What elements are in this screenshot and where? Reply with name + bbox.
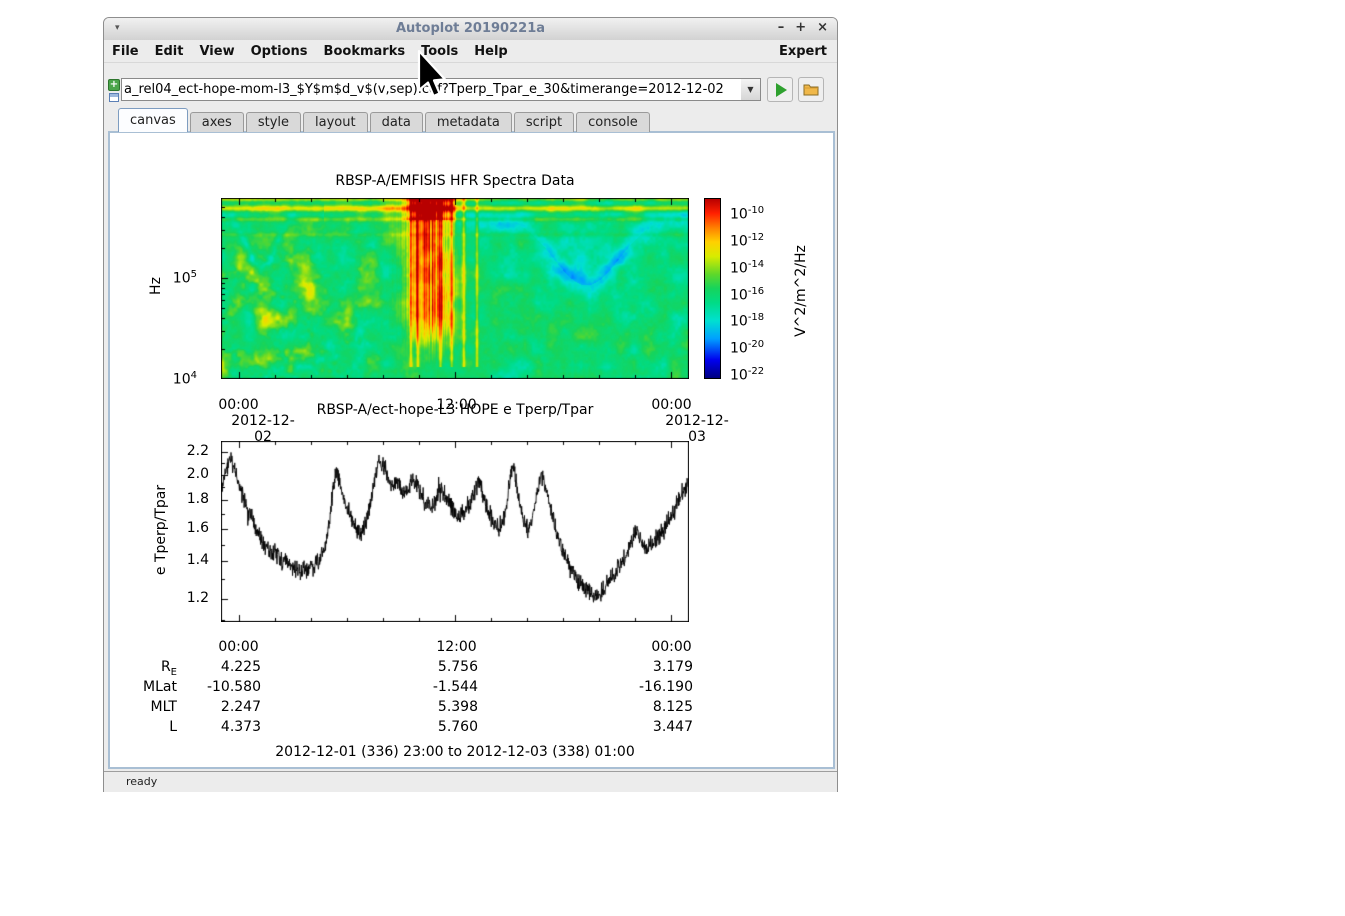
x-tick-label: 00:00 xyxy=(218,639,259,655)
ephemeris-value: 8.125 xyxy=(652,699,693,715)
ephemeris-value: -1.544 xyxy=(432,679,478,695)
colorbar-tick-label: 10-10 xyxy=(730,205,765,223)
x-tick-label: 12:00 xyxy=(436,639,477,655)
ephemeris-value: 4.373 xyxy=(220,719,261,735)
canvas-panel: RBSP-A/EMFISIS HFR Spectra Data Hz 105 1… xyxy=(108,131,835,769)
maximize-button[interactable]: + xyxy=(795,20,806,35)
tab-canvas[interactable]: canvas xyxy=(118,108,188,132)
y-tick-label: 104 xyxy=(172,370,197,388)
minimize-button[interactable]: – xyxy=(778,20,785,35)
menu-edit[interactable]: Edit xyxy=(147,42,192,61)
colorbar-tick-label: 10-20 xyxy=(730,339,765,357)
ephemeris-row: MLT 2.247 5.398 8.125 xyxy=(110,699,833,719)
close-button[interactable]: × xyxy=(817,20,828,35)
expert-mode-label: Expert xyxy=(778,43,827,59)
tab-script[interactable]: script xyxy=(513,112,575,132)
menu-help[interactable]: Help xyxy=(466,42,515,61)
y-tick-label: 2.2 xyxy=(186,442,209,459)
ephemeris-value: 2.247 xyxy=(220,699,261,715)
tabbar: canvas axes style layout data metadata s… xyxy=(118,108,652,132)
ephemeris-value: 3.447 xyxy=(652,719,693,735)
colorbar-tick-label: 10-22 xyxy=(730,366,765,384)
y-tick-label: 1.8 xyxy=(186,491,209,508)
colorbar-tick-label: 10-12 xyxy=(730,231,765,250)
tab-layout[interactable]: layout xyxy=(303,112,368,132)
menu-file[interactable]: File xyxy=(104,42,147,61)
colorbar-axis-label: V^2/m^2/Hz xyxy=(793,245,809,337)
ephemeris-value: 5.760 xyxy=(437,719,478,735)
add-plot-button[interactable]: + xyxy=(108,79,120,91)
menu-bookmarks[interactable]: Bookmarks xyxy=(316,42,414,61)
statusbar: ready xyxy=(104,771,837,792)
tab-axes[interactable]: axes xyxy=(189,112,244,132)
menu-options[interactable]: Options xyxy=(243,42,316,61)
ephemeris-value: -16.190 xyxy=(638,679,693,695)
y-tick-label: 2.0 xyxy=(186,465,209,482)
y-tick-label: 1.4 xyxy=(186,552,209,569)
ephemeris-value: 4.225 xyxy=(220,659,261,675)
colorbar-tick-label: 10-18 xyxy=(730,312,765,331)
time-range-label: 2012-12-01 (336) 23:00 to 2012-12-03 (33… xyxy=(275,744,635,760)
window-title: Autoplot 20190221a xyxy=(395,21,546,36)
spectrogram-title: RBSP-A/EMFISIS HFR Spectra Data xyxy=(335,173,575,189)
status-text: ready xyxy=(126,775,158,788)
tab-console[interactable]: console xyxy=(576,112,650,132)
ephemeris-row: MLat -10.580 -1.544 -16.190 xyxy=(110,679,833,699)
plot-go-button[interactable] xyxy=(767,77,793,102)
tab-data[interactable]: data xyxy=(369,112,423,132)
tab-style[interactable]: style xyxy=(245,112,302,132)
ephemeris-label: RE xyxy=(160,659,177,678)
ephemeris-row: L 4.373 5.760 3.447 xyxy=(110,719,833,739)
ephemeris-value: 3.179 xyxy=(652,659,693,675)
ephemeris-label: L xyxy=(169,719,177,735)
tab-metadata[interactable]: metadata xyxy=(424,112,512,132)
autoplot-window: ▾ Autoplot 20190221a – + × File Edit Vie… xyxy=(103,17,838,792)
colorbar-tick-label: 10-14 xyxy=(730,258,765,277)
titlebar[interactable]: ▾ Autoplot 20190221a – + × xyxy=(104,18,837,41)
ephemeris-label: MLat xyxy=(143,679,177,695)
plot-area: RBSP-A/EMFISIS HFR Spectra Data Hz 105 1… xyxy=(110,133,833,767)
ephemeris-row: RE 4.225 5.756 3.179 xyxy=(110,659,833,679)
uri-side-icons: + xyxy=(108,79,121,102)
spectrogram-canvas[interactable] xyxy=(221,198,689,379)
timeseries-title: RBSP-A/ect-hope-L3 HOPE e Tperp/Tpar xyxy=(316,402,594,418)
ephemeris-value: 5.756 xyxy=(437,659,478,675)
menubar: File Edit View Options Bookmarks Tools H… xyxy=(104,40,837,63)
ephemeris-value: 5.398 xyxy=(437,699,478,715)
x-tick-label: 00:00 xyxy=(651,639,692,655)
folder-icon xyxy=(803,84,819,96)
mouse-cursor xyxy=(417,49,447,98)
y-tick-label: 1.6 xyxy=(186,519,209,536)
menu-view[interactable]: View xyxy=(191,42,242,61)
desktop: ▾ Autoplot 20190221a – + × File Edit Vie… xyxy=(0,0,1345,916)
ephemeris-label: MLT xyxy=(150,699,177,715)
y-tick-label: 105 xyxy=(172,269,197,287)
uri-dropdown-button[interactable]: ▼ xyxy=(741,78,761,101)
timeseries-canvas[interactable] xyxy=(221,441,689,622)
y-tick-label: 1.2 xyxy=(186,589,209,606)
editor-grid-button[interactable] xyxy=(109,93,119,102)
colorbar-tick-label: 10-16 xyxy=(730,285,765,304)
play-icon xyxy=(776,82,787,97)
open-file-button[interactable] xyxy=(798,77,824,102)
ephemeris-value: -10.580 xyxy=(206,679,261,695)
colorbar[interactable] xyxy=(704,198,721,379)
